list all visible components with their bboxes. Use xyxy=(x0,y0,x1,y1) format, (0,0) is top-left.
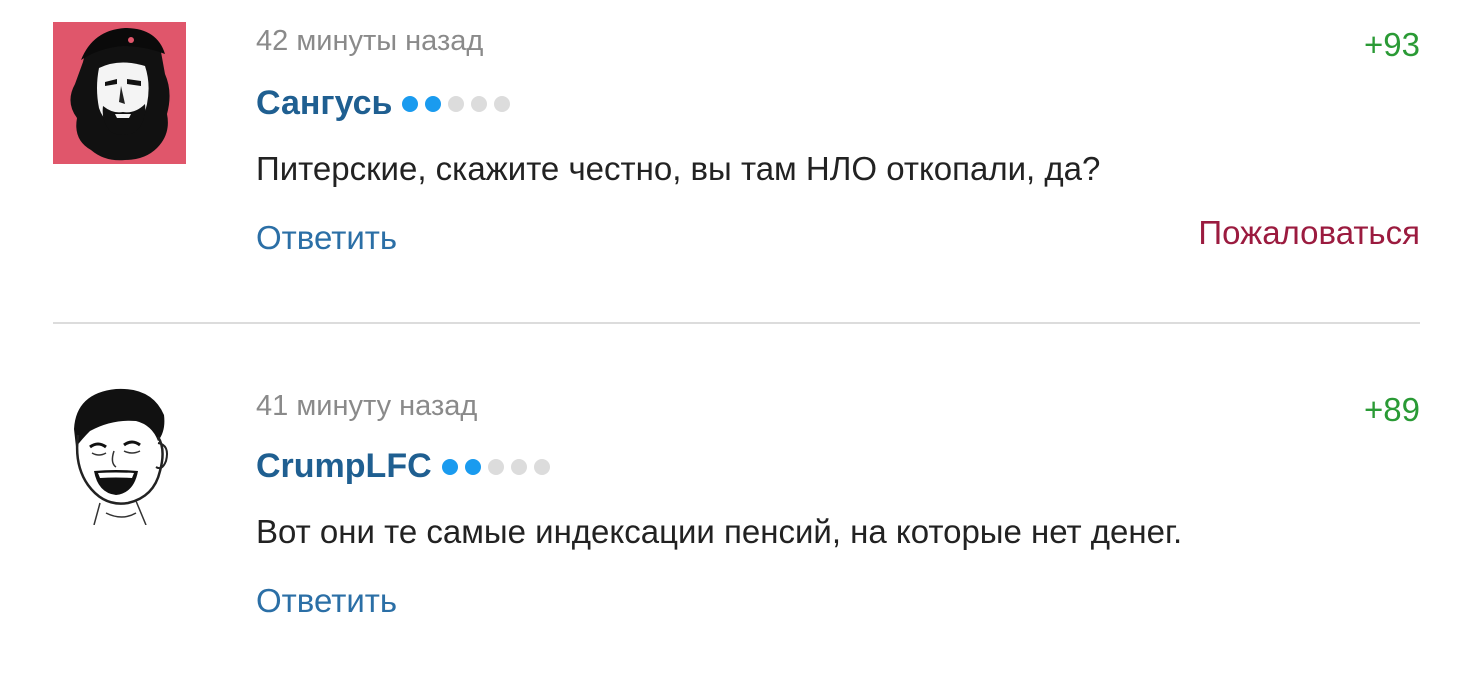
comment-text: Вот они те самые индексации пенсий, на к… xyxy=(256,513,1183,550)
rating-dot-empty xyxy=(510,458,527,475)
rating-dot-filled xyxy=(464,458,481,475)
comment-score: +89 xyxy=(1364,391,1420,428)
reply-button[interactable]: Ответить xyxy=(256,219,397,257)
author-name[interactable]: CrumpLFC xyxy=(256,447,432,486)
comment-divider xyxy=(53,322,1420,324)
reply-button[interactable]: Ответить xyxy=(256,582,397,620)
comment-text: Питерские, скажите честно, вы там НЛО от… xyxy=(256,150,1101,187)
avatar[interactable] xyxy=(53,22,186,164)
author-name[interactable]: Сангусь xyxy=(256,84,392,123)
rating-dot-empty xyxy=(448,95,465,112)
comment-timestamp: 42 минуты назад xyxy=(256,25,484,57)
rating-dot-empty xyxy=(471,95,488,112)
comment-score: +93 xyxy=(1364,26,1420,63)
author-rating xyxy=(441,458,557,475)
comment-item: 42 минуты назад +93 Сангусь Питерские, с… xyxy=(0,0,1460,320)
avatar[interactable] xyxy=(66,385,178,525)
laughing-meme-face-icon xyxy=(66,385,178,525)
comment-item: 41 минуту назад +89 CrumpLFC Вот они те … xyxy=(0,330,1460,681)
che-guevara-portrait-icon xyxy=(53,22,186,164)
author-line: CrumpLFC xyxy=(256,447,557,486)
rating-dot-empty xyxy=(494,95,511,112)
rating-dot-empty xyxy=(487,458,504,475)
rating-dot-filled xyxy=(402,95,419,112)
author-rating xyxy=(402,95,517,112)
rating-dot-empty xyxy=(533,458,550,475)
complain-button[interactable]: Пожаловаться xyxy=(1198,214,1420,252)
author-line: Сангусь xyxy=(256,84,517,123)
rating-dot-filled xyxy=(425,95,442,112)
comment-timestamp: 41 минуту назад xyxy=(256,390,478,422)
rating-dot-filled xyxy=(441,458,458,475)
